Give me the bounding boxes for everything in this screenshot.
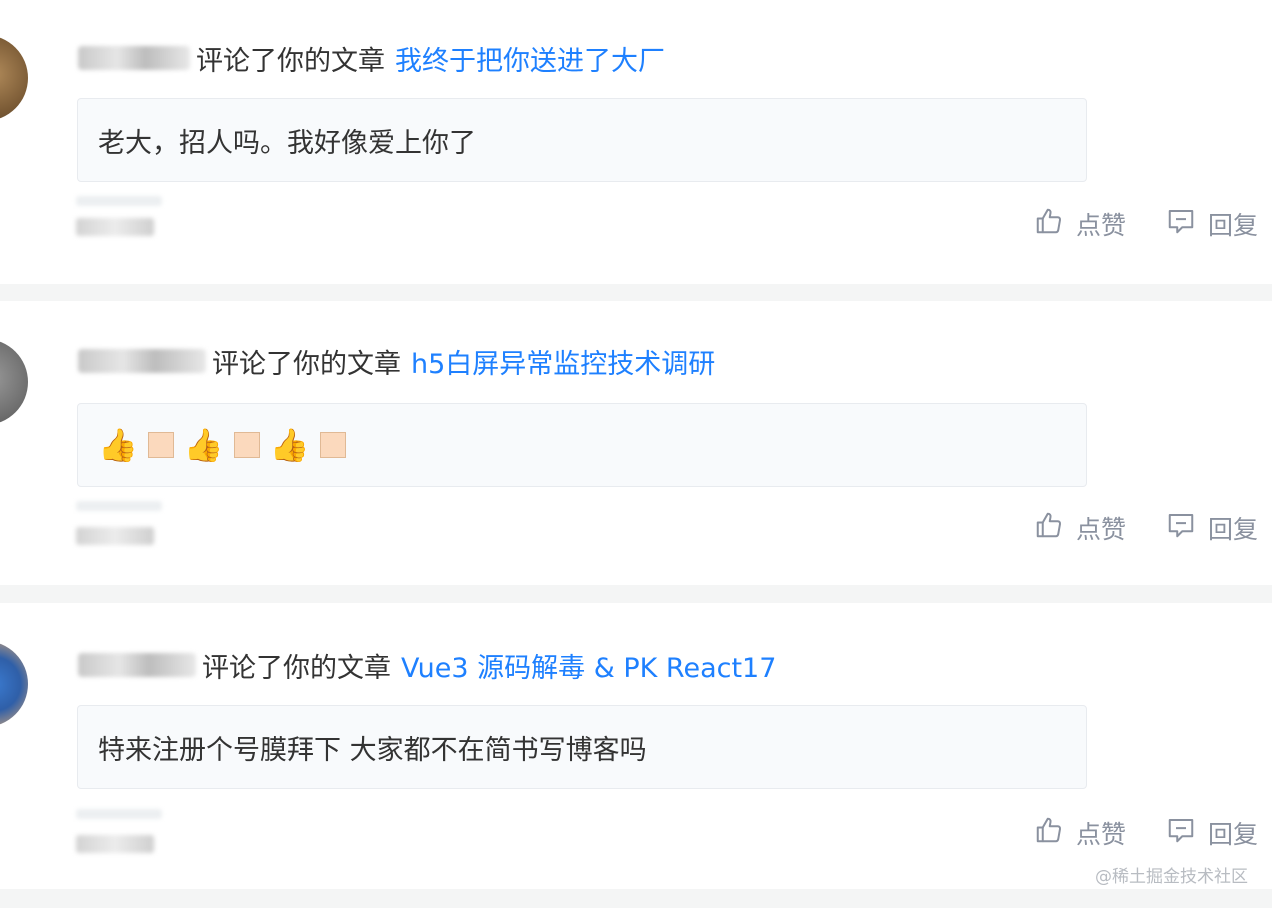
timestamp-blurred: [76, 835, 154, 853]
notification-card: 评论了你的文章 Vue3 源码解毒 & PK React17 特来注册个号膜拜下…: [0, 603, 1272, 889]
timestamp-blurred: [76, 527, 154, 545]
timestamp-blurred: [76, 218, 154, 236]
thumbs-up-icon: [1034, 510, 1064, 546]
like-label: 点赞: [1075, 820, 1126, 849]
unsupported-emoji-square: [319, 432, 346, 458]
reply-button[interactable]: 回复: [1166, 206, 1258, 242]
article-link[interactable]: 我终于把你送进了大厂: [395, 39, 665, 78]
comment-actions: 点赞 回复: [1034, 206, 1258, 242]
thumbs-up-emoji: 👍: [183, 426, 224, 464]
avatar[interactable]: [0, 339, 28, 425]
action-text: 评论了你的文章: [212, 348, 401, 380]
comment-reply-icon: [1166, 206, 1196, 242]
avatar[interactable]: [0, 641, 28, 727]
emoji-comment: 👍 👍 👍: [98, 429, 346, 461]
reply-label: 回复: [1207, 820, 1258, 849]
reply-button[interactable]: 回复: [1166, 510, 1258, 546]
comment-box: 老大，招人吗。我好像爱上你了: [77, 98, 1087, 182]
comment-text: 老大，招人吗。我好像爱上你了: [98, 127, 476, 159]
like-label: 点赞: [1075, 515, 1126, 544]
comment-text: 特来注册个号膜拜下 大家都不在简书写博客吗: [98, 734, 647, 766]
like-button[interactable]: 点赞: [1034, 206, 1126, 242]
blurred-meta: [76, 501, 162, 511]
avatar[interactable]: [0, 35, 28, 121]
watermark: @稀土掘金技术社区: [1095, 867, 1248, 887]
like-button[interactable]: 点赞: [1034, 510, 1126, 546]
thumbs-up-emoji: 👍: [98, 426, 138, 464]
article-link[interactable]: h5白屏异常监控技术调研: [411, 342, 715, 381]
action-text: 评论了你的文章: [196, 45, 385, 77]
thumbs-up-icon: [1034, 206, 1064, 242]
reply-button[interactable]: 回复: [1166, 815, 1258, 851]
comment-reply-icon: [1166, 815, 1196, 851]
notification-headline: 评论了你的文章 Vue3 源码解毒 & PK React17: [78, 646, 776, 685]
comment-box: 👍 👍 👍: [77, 403, 1087, 487]
reply-label: 回复: [1207, 515, 1258, 544]
like-label: 点赞: [1075, 211, 1126, 240]
action-text: 评论了你的文章: [202, 652, 391, 684]
comment-reply-icon: [1166, 510, 1196, 546]
blurred-meta: [76, 196, 162, 206]
blurred-meta: [76, 809, 162, 819]
comment-box: 特来注册个号膜拜下 大家都不在简书写博客吗: [77, 705, 1087, 789]
username-blurred[interactable]: [78, 653, 196, 677]
notification-card: 评论了你的文章 我终于把你送进了大厂 老大，招人吗。我好像爱上你了 点赞 回复: [0, 0, 1272, 284]
notification-headline: 评论了你的文章 h5白屏异常监控技术调研: [78, 342, 715, 381]
comment-actions: 点赞 回复: [1034, 815, 1258, 851]
username-blurred[interactable]: [78, 349, 206, 373]
comment-actions: 点赞 回复: [1034, 510, 1258, 546]
notification-headline: 评论了你的文章 我终于把你送进了大厂: [78, 39, 665, 78]
article-link[interactable]: Vue3 源码解毒 & PK React17: [401, 646, 776, 685]
username-blurred[interactable]: [78, 46, 190, 70]
notification-card: 评论了你的文章 h5白屏异常监控技术调研 👍 👍 👍 点赞 回复: [0, 301, 1272, 585]
like-button[interactable]: 点赞: [1034, 815, 1126, 851]
thumbs-up-icon: [1034, 815, 1064, 851]
reply-label: 回复: [1207, 211, 1258, 240]
unsupported-emoji-square: [233, 432, 260, 458]
thumbs-up-emoji: 👍: [269, 426, 310, 464]
unsupported-emoji-square: [147, 432, 174, 458]
